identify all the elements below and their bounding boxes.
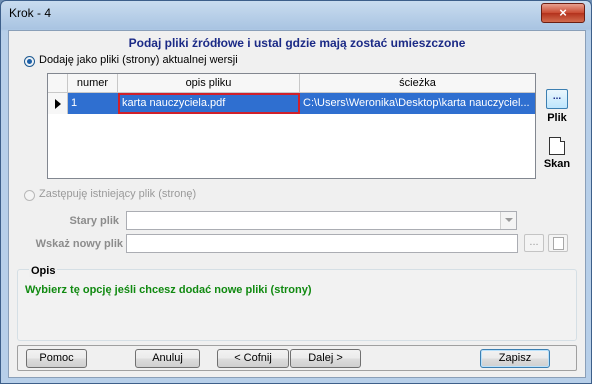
save-button[interactable]: Zapisz [480, 349, 550, 368]
cell-numer[interactable]: 1 [68, 93, 118, 114]
nowy-plik-browse-button[interactable]: ... [524, 234, 544, 252]
nowy-plik-scan-button[interactable] [548, 234, 568, 252]
grid-corner-header [48, 74, 68, 93]
files-grid[interactable]: numer opis pliku ścieżka 1 karta nauczyc… [47, 73, 536, 179]
cancel-button[interactable]: Anuluj [135, 349, 200, 368]
ellipsis-icon: ... [529, 236, 539, 248]
document-icon [552, 237, 564, 250]
replace-file-radio[interactable] [24, 190, 35, 201]
opis-description: Wybierz tę opcję jeśli chcesz dodać nowe… [25, 284, 312, 296]
opis-groupbox [17, 269, 577, 341]
dialog-client-area: Podaj pliki źródłowe i ustal gdzie mają … [8, 30, 586, 378]
skan-label: Skan [543, 158, 571, 170]
plik-label: Plik [547, 112, 567, 124]
title-bar[interactable]: Krok - 4 × [1, 1, 591, 25]
cell-opis[interactable]: karta nauczyciela.pdf [118, 93, 300, 114]
next-button[interactable]: Dalej > [290, 349, 361, 368]
help-button[interactable]: Pomoc [26, 349, 87, 368]
page-heading: Podaj pliki źródłowe i ustal gdzie mają … [128, 36, 466, 50]
cell-sciezka[interactable]: C:\Users\Weronika\Desktop\karta nauczyci… [300, 93, 535, 114]
ellipsis-icon: ... [552, 91, 562, 102]
column-header-opis[interactable]: opis pliku [118, 74, 300, 93]
dialog-window: Krok - 4 × Podaj pliki źródłowe i ustal … [0, 0, 592, 384]
chevron-down-icon[interactable] [500, 212, 516, 229]
column-header-numer[interactable]: numer [68, 74, 118, 93]
add-files-radio[interactable] [24, 56, 35, 67]
stary-plik-combo[interactable] [126, 211, 517, 230]
back-button[interactable]: < Cofnij [217, 349, 289, 368]
window-title: Krok - 4 [9, 6, 52, 20]
column-header-sciezka[interactable]: ścieżka [300, 74, 535, 93]
document-icon [549, 137, 565, 155]
nowy-plik-label: Wskaż nowy plik [35, 238, 123, 250]
table-row[interactable]: 1 karta nauczyciela.pdf C:\Users\Weronik… [48, 93, 535, 114]
opis-title: Opis [29, 265, 58, 277]
close-button[interactable]: × [541, 3, 585, 23]
skan-button[interactable]: Skan [540, 137, 574, 170]
add-files-label[interactable]: Dodaję jako pliki (strony) aktualnej wer… [39, 54, 238, 66]
stary-plik-label: Stary plik [69, 215, 119, 227]
browse-file-button[interactable]: ... [546, 89, 568, 109]
plik-button[interactable]: ... Plik [543, 89, 571, 124]
nowy-plik-input[interactable] [126, 234, 518, 253]
replace-file-label[interactable]: Zastępuję istniejący plik (stronę) [39, 188, 196, 200]
